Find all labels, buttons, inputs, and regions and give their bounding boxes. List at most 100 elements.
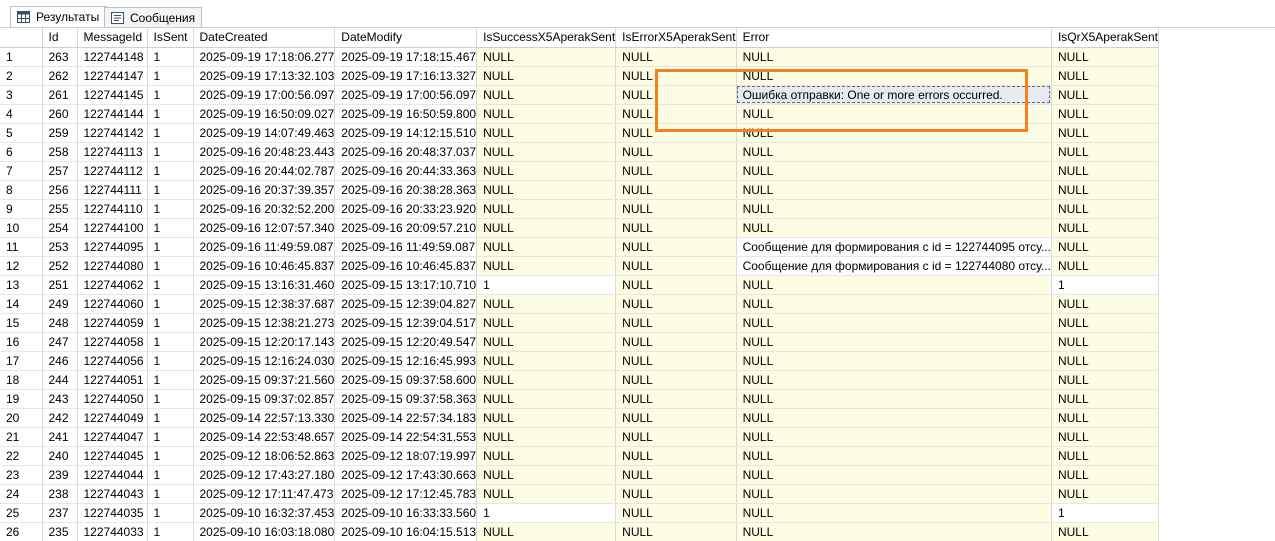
cell-is-qr-x5-aperak-sent[interactable]: NULL [1051,484,1160,504]
cell-date-modify[interactable]: 2025-09-16 20:44:33.363 [334,161,478,181]
cell-is-success-x5-aperak-sent[interactable]: NULL [476,85,617,105]
cell-id[interactable]: 242 [42,408,78,428]
cell-is-qr-x5-aperak-sent[interactable]: NULL [1051,313,1160,333]
cell-date-created[interactable]: 2025-09-10 16:32:37.453 [193,503,336,523]
cell-is-sent[interactable]: 1 [147,370,194,390]
cell-error[interactable]: NULL [736,427,1052,447]
cell-date-modify[interactable]: 2025-09-15 12:16:45.993 [334,351,478,371]
cell-date-created[interactable]: 2025-09-16 10:46:45.837 [193,256,336,276]
cell-is-error-x5-aperak-sent[interactable]: NULL [615,256,737,276]
cell-is-success-x5-aperak-sent[interactable]: NULL [476,408,617,428]
cell-is-error-x5-aperak-sent[interactable]: NULL [615,218,737,238]
cell-is-success-x5-aperak-sent[interactable]: NULL [476,522,617,541]
cell-error[interactable]: NULL [736,446,1052,466]
column-header-error[interactable]: Error [736,28,1052,48]
cell-is-error-x5-aperak-sent[interactable]: NULL [615,446,737,466]
cell-is-sent[interactable]: 1 [147,522,194,541]
cell-id[interactable]: 263 [42,47,78,67]
table-row[interactable]: 26 235 122744033 1 2025-09-10 16:03:18.080 20… [0,522,1160,541]
cell-is-qr-x5-aperak-sent[interactable]: NULL [1051,465,1160,485]
table-row[interactable]: 8 256 122744111 1 2025-09-16 20:37:39.357 202… [0,180,1160,200]
table-row[interactable]: 12 252 122744080 1 2025-09-16 10:46:45.837 20… [0,256,1160,276]
cell-date-modify[interactable]: 2025-09-15 09:37:58.600 [334,370,478,390]
cell-is-sent[interactable]: 1 [147,199,194,219]
cell-date-modify[interactable]: 2025-09-16 11:49:59.087 [334,237,478,257]
cell-is-qr-x5-aperak-sent[interactable]: NULL [1051,256,1160,276]
row-number-cell[interactable]: 26 [0,522,43,541]
column-header-is-sent[interactable]: IsSent [147,28,194,48]
cell-is-error-x5-aperak-sent[interactable]: NULL [615,161,737,181]
table-row[interactable]: 21 241 122744047 1 2025-09-14 22:53:48.657 20… [0,427,1160,447]
cell-date-created[interactable]: 2025-09-19 17:00:56.097 [193,85,336,105]
table-row[interactable]: 9 255 122744110 1 2025-09-16 20:32:52.200 202… [0,199,1160,219]
cell-error[interactable]: NULL [736,142,1052,162]
cell-id[interactable]: 261 [42,85,78,105]
cell-message-id[interactable]: 122744049 [77,408,148,428]
cell-is-error-x5-aperak-sent[interactable]: NULL [615,370,737,390]
cell-message-id[interactable]: 122744111 [77,180,148,200]
table-row[interactable]: 7 257 122744112 1 2025-09-16 20:44:02.787 202… [0,161,1160,181]
row-number-cell[interactable]: 23 [0,465,43,485]
row-number-cell[interactable]: 13 [0,275,43,295]
cell-date-created[interactable]: 2025-09-16 11:49:59.087 [193,237,336,257]
cell-id[interactable]: 241 [42,427,78,447]
cell-date-modify[interactable]: 2025-09-15 12:20:49.547 [334,332,478,352]
cell-id[interactable]: 240 [42,446,78,466]
cell-is-success-x5-aperak-sent[interactable]: NULL [476,142,617,162]
cell-date-modify[interactable]: 2025-09-16 10:46:45.837 [334,256,478,276]
cell-id[interactable]: 257 [42,161,78,181]
cell-message-id[interactable]: 122744051 [77,370,148,390]
cell-is-success-x5-aperak-sent[interactable]: NULL [476,446,617,466]
cell-id[interactable]: 238 [42,484,78,504]
cell-date-modify[interactable]: 2025-09-16 20:38:28.363 [334,180,478,200]
cell-is-success-x5-aperak-sent[interactable]: NULL [476,199,617,219]
cell-is-success-x5-aperak-sent[interactable]: NULL [476,218,617,238]
cell-is-error-x5-aperak-sent[interactable]: NULL [615,142,737,162]
cell-is-sent[interactable]: 1 [147,66,194,86]
cell-is-sent[interactable]: 1 [147,47,194,67]
row-number-cell[interactable]: 22 [0,446,43,466]
column-header-is-qr-x5-aperak-sent[interactable]: IsQrX5AperakSent [1051,28,1160,48]
cell-is-sent[interactable]: 1 [147,123,194,143]
cell-date-created[interactable]: 2025-09-16 20:44:02.787 [193,161,336,181]
cell-message-id[interactable]: 122744110 [77,199,148,219]
cell-message-id[interactable]: 122744047 [77,427,148,447]
cell-error[interactable]: NULL [736,332,1052,352]
cell-is-error-x5-aperak-sent[interactable]: NULL [615,237,737,257]
cell-date-created[interactable]: 2025-09-12 17:43:27.180 [193,465,336,485]
cell-date-modify[interactable]: 2025-09-19 17:18:15.467 [334,47,478,67]
cell-is-error-x5-aperak-sent[interactable]: NULL [615,389,737,409]
row-number-cell[interactable]: 6 [0,142,43,162]
cell-message-id[interactable]: 122744112 [77,161,148,181]
cell-is-qr-x5-aperak-sent[interactable]: NULL [1051,199,1160,219]
cell-is-success-x5-aperak-sent[interactable]: 1 [476,275,617,295]
cell-is-qr-x5-aperak-sent[interactable]: NULL [1051,47,1160,67]
cell-date-created[interactable]: 2025-09-19 16:50:09.027 [193,104,336,124]
table-row[interactable]: 1 263 122744148 1 2025-09-19 17:18:06.277 202… [0,47,1160,67]
cell-date-created[interactable]: 2025-09-15 12:38:21.273 [193,313,336,333]
cell-date-modify[interactable]: 2025-09-12 17:43:30.663 [334,465,478,485]
cell-date-created[interactable]: 2025-09-12 18:06:52.863 [193,446,336,466]
cell-is-sent[interactable]: 1 [147,237,194,257]
row-number-cell[interactable]: 14 [0,294,43,314]
cell-is-error-x5-aperak-sent[interactable]: NULL [615,408,737,428]
cell-is-sent[interactable]: 1 [147,389,194,409]
cell-is-success-x5-aperak-sent[interactable]: NULL [476,123,617,143]
table-row[interactable]: 6 258 122744113 1 2025-09-16 20:48:23.443 202… [0,142,1160,162]
cell-message-id[interactable]: 122744044 [77,465,148,485]
cell-is-error-x5-aperak-sent[interactable]: NULL [615,313,737,333]
column-header-date-created[interactable]: DateCreated [193,28,336,48]
cell-error[interactable]: NULL [736,351,1052,371]
cell-is-sent[interactable]: 1 [147,180,194,200]
cell-is-qr-x5-aperak-sent[interactable]: NULL [1051,85,1160,105]
cell-date-modify[interactable]: 2025-09-14 22:54:31.553 [334,427,478,447]
cell-date-created[interactable]: 2025-09-19 17:18:06.277 [193,47,336,67]
cell-is-qr-x5-aperak-sent[interactable]: NULL [1051,427,1160,447]
cell-is-error-x5-aperak-sent[interactable]: NULL [615,123,737,143]
cell-is-sent[interactable]: 1 [147,503,194,523]
cell-message-id[interactable]: 122744095 [77,237,148,257]
cell-is-success-x5-aperak-sent[interactable]: NULL [476,427,617,447]
cell-date-created[interactable]: 2025-09-15 12:38:37.687 [193,294,336,314]
cell-message-id[interactable]: 122744142 [77,123,148,143]
cell-id[interactable]: 260 [42,104,78,124]
